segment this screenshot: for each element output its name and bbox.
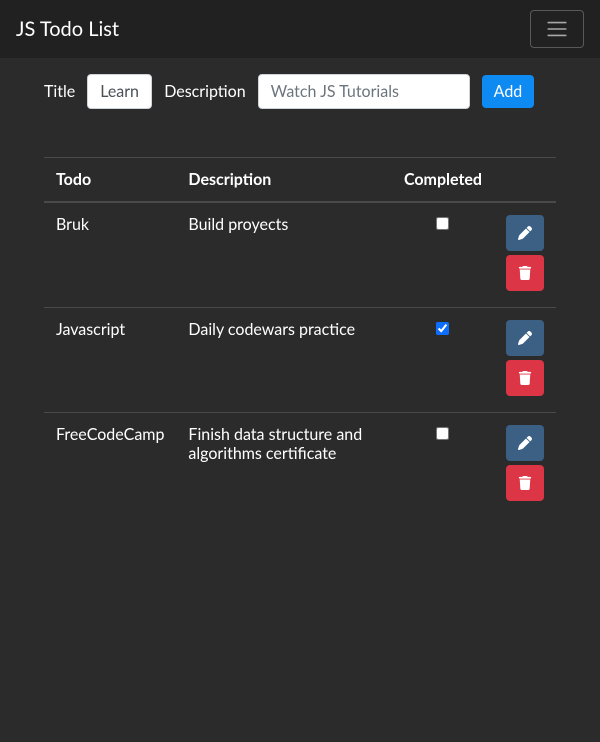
table-row: FreeCodeCampFinish data structure and al… [44, 413, 556, 518]
table-row: JavascriptDaily codewars practice [44, 308, 556, 413]
delete-button[interactable] [506, 255, 544, 291]
edit-button[interactable] [506, 320, 544, 356]
completed-cell [392, 413, 494, 518]
description-cell: Build proyects [176, 202, 392, 308]
table-header-description: Description [176, 158, 392, 203]
navbar: JS Todo List [0, 0, 600, 58]
actions-cell [494, 308, 556, 413]
navbar-toggle-button[interactable] [530, 10, 584, 48]
description-input[interactable] [258, 74, 470, 109]
delete-button[interactable] [506, 465, 544, 501]
add-button[interactable]: Add [482, 75, 535, 108]
actions-cell [494, 202, 556, 308]
title-input[interactable] [87, 74, 152, 109]
table-header-completed: Completed [392, 158, 494, 203]
edit-button[interactable] [506, 425, 544, 461]
actions-cell [494, 413, 556, 518]
trash-icon [518, 266, 532, 280]
completed-checkbox[interactable] [436, 427, 449, 440]
description-cell: Finish data structure and algorithms cer… [176, 413, 392, 518]
delete-button[interactable] [506, 360, 544, 396]
pencil-icon [518, 331, 532, 345]
completed-cell [392, 202, 494, 308]
completed-checkbox[interactable] [436, 217, 449, 230]
add-todo-form: Title Description Add [0, 58, 600, 125]
todo-table-container: Todo Description Completed BrukBuild pro… [0, 157, 600, 517]
trash-icon [518, 371, 532, 385]
todo-cell: Javascript [44, 308, 176, 413]
todo-cell: Bruk [44, 202, 176, 308]
navbar-brand: JS Todo List [16, 17, 119, 41]
completed-cell [392, 308, 494, 413]
table-header-todo: Todo [44, 158, 176, 203]
todo-cell: FreeCodeCamp [44, 413, 176, 518]
trash-icon [518, 476, 532, 490]
todo-table: Todo Description Completed BrukBuild pro… [44, 157, 556, 517]
description-cell: Daily codewars practice [176, 308, 392, 413]
description-label: Description [164, 82, 245, 101]
hamburger-icon [543, 17, 571, 41]
pencil-icon [518, 226, 532, 240]
table-header-actions [494, 158, 556, 203]
pencil-icon [518, 436, 532, 450]
edit-button[interactable] [506, 215, 544, 251]
title-label: Title [44, 82, 75, 101]
table-row: BrukBuild proyects [44, 202, 556, 308]
completed-checkbox[interactable] [436, 322, 449, 335]
